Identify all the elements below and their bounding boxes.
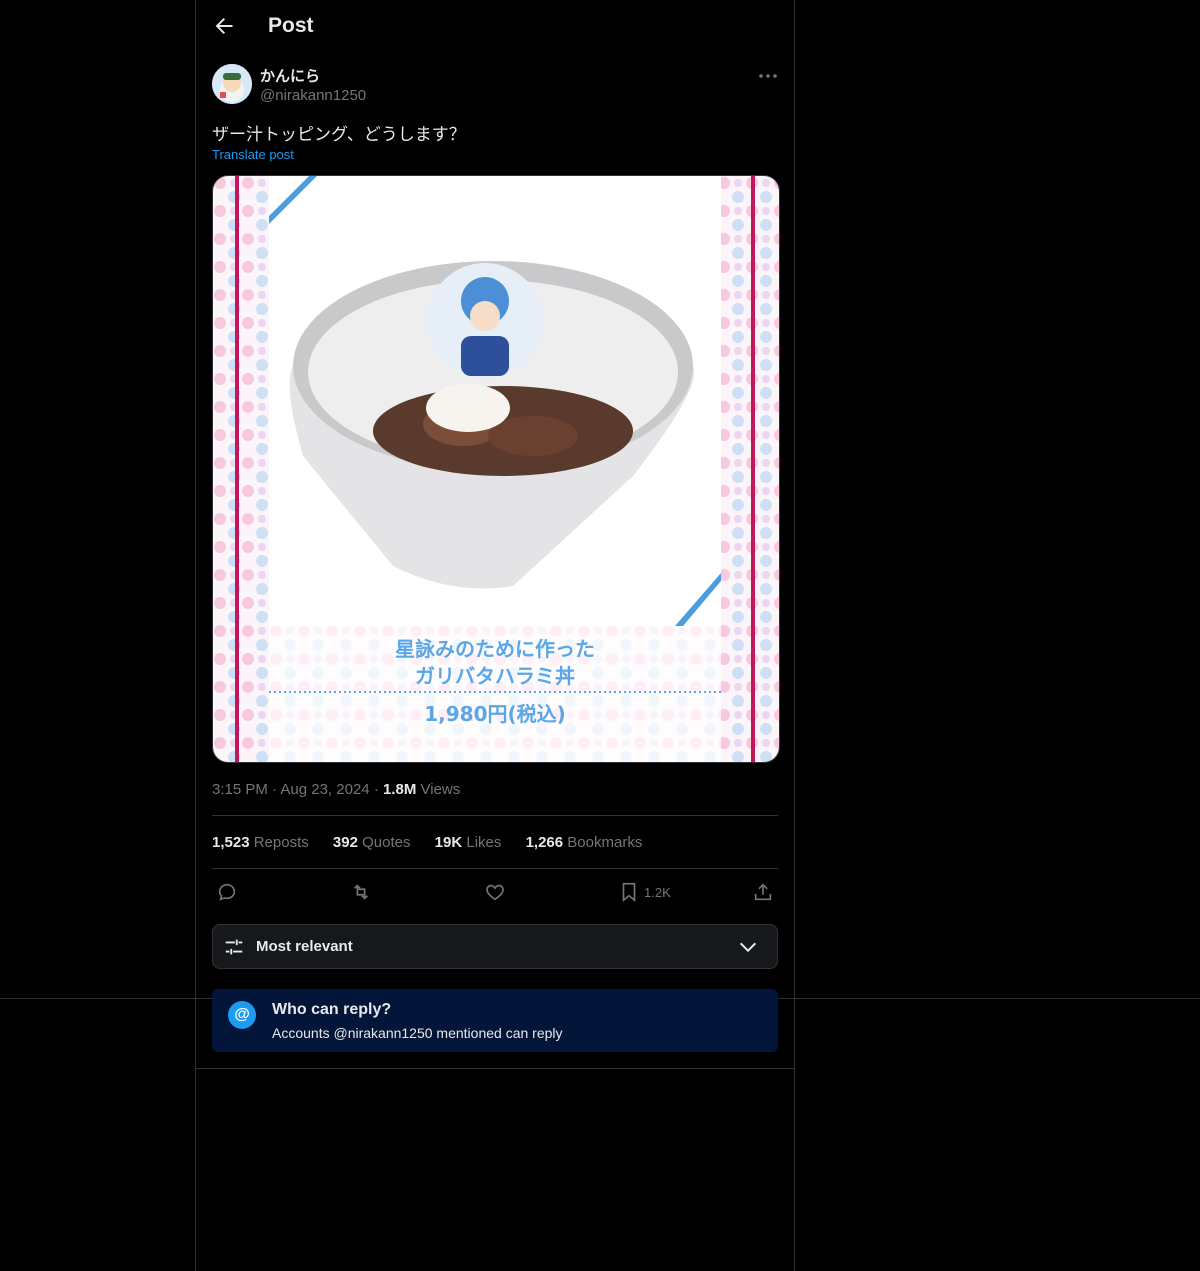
like-button[interactable] (484, 880, 506, 904)
share-button[interactable] (752, 880, 774, 904)
bookmarks-count: 1,266 (525, 834, 564, 851)
arrow-left-icon[interactable] (212, 14, 236, 38)
reply-sort-dropdown[interactable]: Most relevant (212, 924, 778, 969)
more-options-icon[interactable] (756, 64, 780, 88)
notice-title: Who can reply? (272, 1001, 392, 1018)
share-icon (754, 883, 772, 901)
chevron-down-icon (739, 942, 757, 953)
divider (212, 868, 778, 869)
author-handle[interactable]: @nirakann1250 (260, 87, 366, 104)
author-name[interactable]: かんにら (260, 65, 320, 86)
notice-subtitle: Accounts @nirakann1250 mentioned can rep… (272, 1025, 563, 1041)
post-meta: 3:15 PM · Aug 23, 2024 · 1.8M Views (212, 781, 460, 798)
reply-button[interactable] (216, 880, 238, 904)
post-date[interactable]: Aug 23, 2024 (280, 781, 369, 798)
who-can-reply-notice: @ Who can reply? Accounts @nirakann1250 … (212, 989, 778, 1052)
avatar[interactable] (212, 64, 252, 104)
quotes-stat[interactable]: 392 Quotes (333, 834, 411, 851)
image-caption-line1: 星詠みのために作った (395, 637, 595, 661)
post-text: ザー汁トッピング、どうします？ (212, 125, 466, 144)
post-image[interactable]: 星詠みのために作った ガリバタハラミ丼 1,980円(税込) (212, 175, 780, 763)
reply-icon (218, 883, 236, 901)
sort-label: Most relevant (256, 938, 353, 955)
sliders-icon (225, 939, 243, 955)
reposts-count: 1,523 (212, 834, 250, 851)
at-sign-icon: @ (228, 1001, 256, 1029)
primary-column: Post かんにら @nirakann1250 ザー汁トッピング、どうします？ … (195, 0, 795, 1271)
meta-separator: · (373, 781, 383, 798)
views-count: 1.8M (382, 781, 417, 798)
bookmark-button[interactable]: 1.2K (618, 880, 671, 904)
bookmarks-stat[interactable]: 1,266 Bookmarks (526, 834, 643, 851)
reposts-label: Reposts (253, 834, 309, 851)
quotes-count: 392 (332, 834, 358, 851)
likes-count: 19K (434, 834, 463, 851)
page-title: Post (268, 14, 314, 37)
engagement-stats: 1,523 Reposts 392 Quotes 19K Likes 1,266… (212, 834, 662, 851)
translate-post-link[interactable]: Translate post (212, 147, 294, 162)
image-caption-line2: ガリバタハラミ丼 (415, 664, 575, 688)
page-header: Post (196, 0, 794, 53)
divider (196, 1068, 794, 1069)
likes-stat[interactable]: 19K Likes (435, 834, 502, 851)
quotes-label: Quotes (362, 834, 411, 851)
bookmarks-label: Bookmarks (567, 834, 643, 851)
divider (212, 815, 778, 816)
repost-button[interactable] (350, 880, 372, 904)
reposts-stat[interactable]: 1,523 Reposts (212, 834, 309, 851)
post-time[interactable]: 3:15 PM (212, 781, 268, 798)
image-price: 1,980円(税込) (424, 702, 566, 726)
bookmark-icon (622, 882, 636, 903)
views-label: Views (420, 781, 461, 798)
heart-icon (486, 884, 504, 901)
likes-label: Likes (466, 834, 502, 851)
repost-icon (353, 884, 369, 900)
bookmark-count: 1.2K (644, 884, 671, 900)
